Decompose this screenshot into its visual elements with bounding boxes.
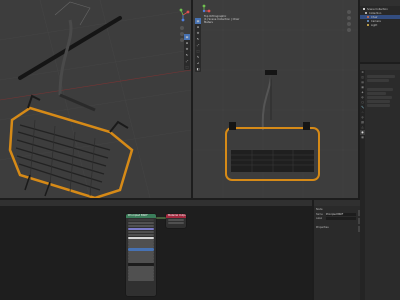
toolbar-left-viewport: ▣ ⊕ ✥ ↻ ⤢ ⬚ — [184, 34, 190, 70]
principled-bsdf-node[interactable]: Principled BSDF — [126, 214, 156, 296]
zoom-icon[interactable] — [347, 10, 351, 14]
chairlift-model-front — [193, 0, 358, 198]
unit-info: Meters — [204, 21, 213, 25]
surface-shader-field[interactable] — [367, 92, 386, 95]
shader-editor[interactable]: Principled BSDF Material Output — [0, 200, 312, 300]
node-title[interactable]: Material Output — [166, 214, 186, 218]
node-sidebar-header[interactable] — [314, 200, 360, 206]
node-field[interactable] — [128, 224, 154, 227]
outliner: Scene Collection Collection Chair Camera… — [360, 0, 400, 62]
add-cube-icon[interactable]: ◧ — [195, 66, 201, 72]
outliner-row-label: Light — [371, 23, 378, 27]
name-field[interactable]: Principled BSDF — [326, 212, 356, 216]
node-title[interactable]: Principled BSDF — [126, 214, 156, 218]
properties-content — [367, 74, 398, 108]
outliner-row-light[interactable]: Light — [360, 23, 400, 27]
collection-icon — [365, 12, 367, 14]
properties-tabs: ⚙ ◫ ▤ ▦ ◈ ◍ ▢ 🔧 ∴ ◎ ⛓ △ ● ▩ — [360, 70, 365, 300]
outliner-row-label: Chair — [371, 15, 378, 19]
properties-editor: ⚙ ◫ ▤ ▦ ◈ ◍ ▢ 🔧 ∴ ◎ ⛓ △ ● ▩ — [360, 64, 400, 300]
camera-view-icon[interactable] — [347, 22, 351, 26]
sidebar-tab-tool[interactable] — [358, 218, 360, 224]
outliner-row-label: Camera — [371, 19, 381, 23]
surface-panel[interactable] — [367, 88, 394, 91]
node-field[interactable] — [128, 278, 154, 281]
roughness-field[interactable] — [367, 104, 391, 107]
toolbar: ▣ ⊕ ✥ ↻ ⤢ ⬚ ✎ ⊿ ◧ — [195, 18, 201, 72]
node-name-row: Name Principled BSDF — [316, 212, 356, 216]
sidebar-tab-node[interactable] — [358, 210, 360, 216]
node-sidebar: Node Name Principled BSDF Label Properti… — [314, 200, 360, 300]
label-label: Label — [316, 216, 323, 220]
pan-icon[interactable] — [347, 16, 351, 20]
light-icon — [367, 24, 369, 26]
navigation-gizmo-icon[interactable] — [176, 8, 190, 22]
chairlift-model-perspective — [0, 0, 191, 198]
navigation-gizmo-icon[interactable] — [197, 4, 211, 18]
metallic-field[interactable] — [367, 100, 391, 103]
sidebar-tab-view[interactable] — [358, 226, 360, 232]
texture-icon[interactable]: ▩ — [360, 135, 365, 140]
properties-panel-title[interactable]: Properties — [316, 226, 356, 230]
material-output-node[interactable]: Material Output — [166, 214, 186, 228]
viewport-orthographic[interactable]: Top Orthographic (1) Scene Collection | … — [193, 0, 358, 198]
node-label-row: Label — [316, 216, 356, 220]
viewport-perspective[interactable] — [0, 0, 191, 198]
ortho-toggle-icon[interactable] — [347, 28, 351, 32]
label-field[interactable] — [326, 216, 356, 220]
camera-icon — [367, 20, 369, 22]
outliner-header[interactable] — [360, 0, 400, 6]
name-label: Name — [316, 212, 323, 216]
node-field[interactable] — [128, 227, 154, 230]
collection-icon — [363, 8, 365, 10]
node-field[interactable] — [128, 230, 154, 233]
properties-header[interactable] — [360, 64, 400, 70]
zoom-icon[interactable] — [180, 26, 184, 30]
outliner-row-label: Collection — [369, 11, 382, 15]
node-field[interactable] — [128, 221, 154, 224]
base-color-field[interactable] — [367, 96, 392, 99]
outliner-row-label: Scene Collection — [367, 7, 388, 11]
material-slot-list[interactable] — [367, 75, 395, 78]
node-links — [155, 217, 168, 219]
material-selector[interactable] — [367, 79, 389, 82]
transform-icon[interactable]: ⬚ — [184, 64, 190, 70]
node-field[interactable] — [128, 233, 154, 236]
node-field[interactable] — [168, 221, 184, 224]
node-field[interactable] — [168, 218, 184, 221]
node-sidebar-content: Node Name Principled BSDF Label Properti… — [316, 208, 356, 230]
mesh-icon — [367, 16, 369, 18]
outliner-tree: Scene Collection Collection Chair Camera… — [360, 7, 400, 27]
node-output-socket[interactable] — [128, 218, 154, 221]
